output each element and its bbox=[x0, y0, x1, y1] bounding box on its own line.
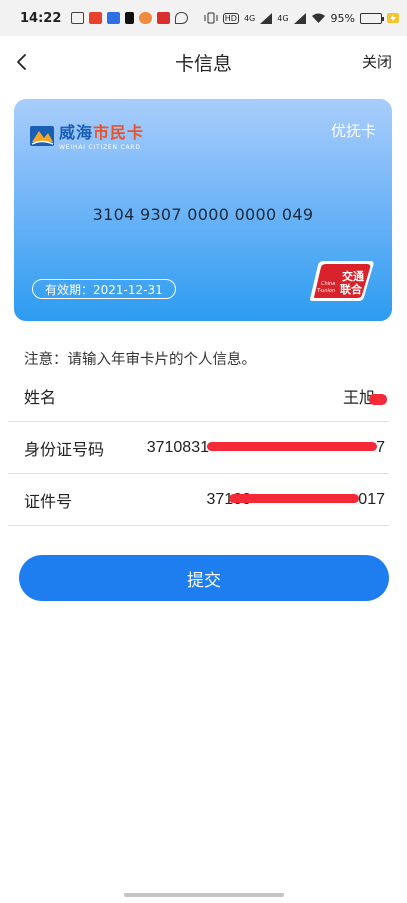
tunion-en: China bbox=[321, 281, 335, 287]
status-time: 14:22 bbox=[20, 10, 62, 26]
vibrate-icon bbox=[204, 12, 218, 24]
id-number-field[interactable]: 3710831 bbox=[147, 439, 209, 457]
app-notification-icon bbox=[157, 12, 171, 24]
form-row-name[interactable]: 姓名 王旭 bbox=[8, 370, 389, 422]
china-tunion-logo: 交通 联合 China T-union bbox=[309, 261, 374, 301]
app-notification-icon bbox=[89, 12, 103, 24]
status-bar: 14:22 HD 4G 4G 95% bbox=[0, 0, 407, 36]
submit-button[interactable]: 提交 bbox=[19, 555, 389, 601]
chevron-left-icon[interactable] bbox=[12, 50, 34, 74]
card-type: 优抚卡 bbox=[330, 122, 376, 140]
app-notification-icon bbox=[107, 12, 121, 24]
citizen-card: 威海市民卡 WEIHAI CITIZEN CARD 优抚卡 3104 9307 … bbox=[14, 99, 392, 321]
redaction-mark bbox=[229, 494, 359, 503]
validity-badge: 有效期：2021-12-31 bbox=[32, 279, 176, 299]
close-button[interactable]: 关闭 bbox=[362, 51, 392, 72]
battery-percent: 95% bbox=[330, 11, 355, 25]
form-row-id-number[interactable]: 身份证号码 3710831 7 bbox=[8, 422, 389, 474]
nav-bar: 卡信息 关闭 bbox=[0, 36, 407, 88]
tunion-cn-top: 交通 bbox=[342, 269, 364, 283]
brand-name-en: WEIHAI CITIZEN CARD bbox=[59, 144, 141, 151]
notification-icons bbox=[71, 12, 189, 24]
wifi-icon bbox=[311, 13, 325, 23]
hd-badge: HD bbox=[222, 12, 239, 24]
weihai-logo-icon bbox=[30, 126, 54, 146]
app-notification-icon bbox=[139, 12, 153, 24]
id-number-label: 身份证号码 bbox=[24, 439, 105, 459]
redaction-mark bbox=[207, 442, 377, 451]
charging-icon bbox=[387, 13, 399, 23]
tunion-cn-bottom: 联合 bbox=[340, 282, 363, 296]
id-number-tail: 7 bbox=[376, 438, 385, 456]
cert-number-label: 证件号 bbox=[24, 491, 73, 511]
form-row-cert-number[interactable]: 证件号 37100 017 bbox=[8, 474, 389, 526]
network-4g-2: 4G bbox=[277, 13, 289, 23]
tunion-en-2: T-union bbox=[317, 288, 335, 294]
brand-name-part1: 威海 bbox=[59, 123, 94, 142]
signal-icon bbox=[293, 12, 306, 24]
cert-number-tail: 017 bbox=[358, 490, 385, 508]
battery-icon bbox=[360, 12, 384, 24]
redaction-mark bbox=[369, 394, 387, 405]
name-label: 姓名 bbox=[24, 387, 57, 407]
brand-name-part2: 市民卡 bbox=[93, 123, 145, 142]
page-title: 卡信息 bbox=[174, 52, 232, 75]
notice-text: 注意：请输入年审卡片的个人信息。 bbox=[24, 352, 256, 368]
home-indicator[interactable] bbox=[124, 893, 284, 897]
network-4g-1: 4G bbox=[243, 13, 256, 23]
location-icon bbox=[175, 12, 189, 24]
tiktok-icon bbox=[125, 12, 135, 24]
brand-name: 威海市民卡 bbox=[59, 119, 144, 143]
card-number: 3104 9307 0000 0000 049 bbox=[92, 205, 314, 224]
signal-icon bbox=[260, 12, 273, 24]
app-notification-icon bbox=[71, 12, 85, 24]
status-right: HD 4G 4G 95% bbox=[204, 11, 399, 25]
card-brand-logo: 威海市民卡 WEIHAI CITIZEN CARD bbox=[29, 119, 144, 151]
